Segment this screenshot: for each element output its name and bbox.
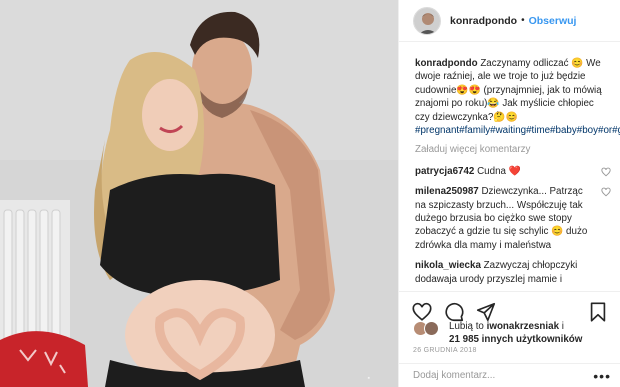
likes-prefix: Lubią to [449,321,484,332]
radiator [0,200,70,350]
load-more-comments-link[interactable]: Załaduj więcej komentarzy [415,143,611,156]
post-date[interactable]: 26 GRUDNIA 2018 [413,347,477,354]
more-options-icon[interactable]: ••• [593,368,611,384]
comment-text: Cudna ❤️ [477,165,521,177]
comment-username[interactable]: milena250987 [415,186,479,197]
caption-username[interactable]: konradpondo [415,58,478,69]
heart-outline-icon[interactable] [601,187,611,197]
comments-list[interactable]: konradpondo Zaczynamy odliczać 😊 We dwoj… [399,43,620,291]
post-header: konradpondo • Obserwuj [399,0,620,42]
comment-username[interactable]: nikola_wiecka [415,260,481,271]
post-sidebar: konradpondo • Obserwuj konradpondo Zaczy… [398,0,620,387]
header-username[interactable]: konradpondo [450,15,517,27]
comment-item: patrycja6742 Cudna ❤️ [415,165,611,178]
liker-avatars[interactable] [413,320,443,338]
liker-username[interactable]: iwonakrzesniak [487,321,559,332]
comment-item: milena250987 Dziewczynka... Patrząc na s… [415,185,611,252]
avatar [424,321,439,336]
add-comment-input[interactable] [413,370,594,381]
likes-others-link[interactable]: 21 985 innych użytkowników [449,334,582,345]
header-separator: • [521,15,525,26]
avatar[interactable] [413,6,441,35]
likes-summary: Lubią to iwonakrzesniak i 21 985 innych … [413,320,613,346]
post-photo[interactable]: ▪ [0,0,398,387]
comment-username[interactable]: patrycja6742 [415,166,474,177]
follow-button[interactable]: Obserwuj [529,15,577,27]
comment-item: nikola_wiecka Zazwyczaj chłopczyki dodaw… [415,259,611,286]
couple-photo-illustration: ▪ [0,0,398,387]
heart-outline-icon[interactable] [601,167,611,177]
likes-conj: i [561,321,564,332]
add-comment-bar: ••• [399,363,620,387]
caption-hashtags[interactable]: #pregnant#family#waiting#time#baby#boy#o… [415,125,620,136]
caption: konradpondo Zaczynamy odliczać 😊 We dwoj… [415,57,620,137]
